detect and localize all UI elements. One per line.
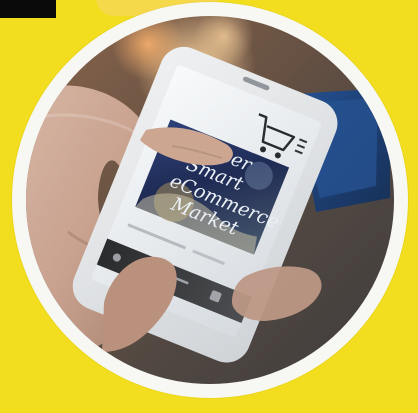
- phone-photo: Super Smart eCommerce Market: [26, 16, 394, 384]
- circular-photo: Super Smart eCommerce Market: [26, 16, 394, 384]
- hero-image-stage: Super Smart eCommerce Market: [0, 0, 418, 413]
- corner-block: [0, 0, 56, 18]
